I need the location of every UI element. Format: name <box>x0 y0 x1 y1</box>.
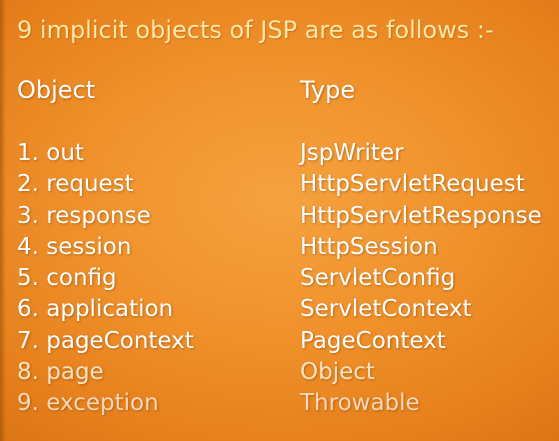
object-name: 6. application <box>17 296 174 323</box>
object-type: JspWriter <box>300 140 404 166</box>
list-item: 3. response HttpServletResponse <box>0 203 559 234</box>
list-item: 9. exception Throwable <box>0 390 559 421</box>
object-name: 5. config <box>17 265 117 292</box>
list-item: 1. out JspWriter <box>0 140 559 171</box>
object-type: ServletConfig <box>300 265 456 292</box>
object-type: PageContext <box>300 327 446 354</box>
object-name: 7. pageContext <box>17 327 194 354</box>
object-name: 9. exception <box>17 390 159 417</box>
object-type: HttpServletRequest <box>300 171 525 198</box>
object-name: 8. page <box>17 359 104 386</box>
list-item: 2. request HttpServletRequest <box>0 171 559 202</box>
list-item: 5. config ServletConfig <box>0 265 559 296</box>
list-item: 8. page Object <box>0 359 559 390</box>
column-header-object: Object <box>17 76 96 104</box>
list-item: 7. pageContext PageContext <box>0 328 559 359</box>
object-name: 3. response <box>17 202 151 229</box>
object-type: HttpServletResponse <box>300 202 542 229</box>
implicit-objects-list: 1. out JspWriter 2. request HttpServletR… <box>0 140 559 422</box>
object-name: 4. session <box>17 233 132 260</box>
slide-title: 9 implicit objects of JSP are as follows… <box>17 16 494 44</box>
slide: 9 implicit objects of JSP are as follows… <box>0 0 559 441</box>
column-header-type: Type <box>300 76 356 104</box>
object-name: 2. request <box>17 171 134 198</box>
object-type: Object <box>300 359 375 386</box>
object-type: Throwable <box>300 390 420 417</box>
object-type: ServletContext <box>300 296 472 323</box>
object-type: HttpSession <box>300 233 438 260</box>
list-item: 6. application ServletContext <box>0 296 559 327</box>
object-name: 1. out <box>17 140 84 166</box>
list-item: 4. session HttpSession <box>0 234 559 265</box>
